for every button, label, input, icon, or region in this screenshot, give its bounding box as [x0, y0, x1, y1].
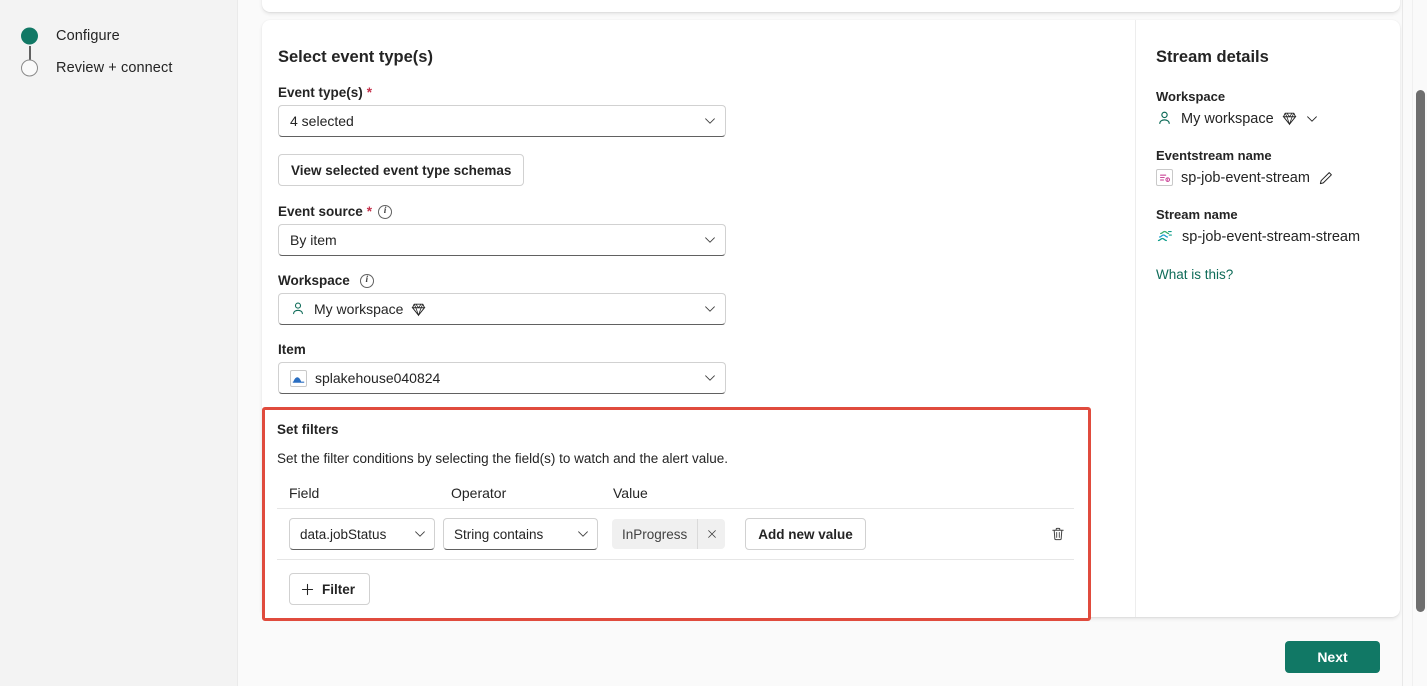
- previous-card-partial: [262, 0, 1400, 12]
- chevron-down-icon: [705, 118, 715, 124]
- event-source-dropdown[interactable]: By item: [278, 224, 726, 256]
- plus-icon: [301, 583, 314, 595]
- filters-table-header: Field Operator Value: [277, 485, 1074, 508]
- wizard-step-review-connect-label: Review + connect: [56, 60, 173, 76]
- filter-value-text: InProgress: [622, 526, 688, 542]
- vertical-scrollbar[interactable]: [1412, 0, 1427, 686]
- chevron-down-icon: [415, 531, 425, 537]
- content-scroll-edge: [1402, 0, 1403, 686]
- filter-field-dropdown[interactable]: data.jobStatus: [289, 518, 435, 550]
- filter-operator-dropdown[interactable]: String contains: [443, 518, 598, 550]
- column-header-field: Field: [289, 485, 320, 501]
- add-filter-row: Filter: [277, 560, 1074, 606]
- diamond-icon: [1282, 112, 1297, 126]
- wizard-steps: Configure Review + connect: [20, 20, 172, 84]
- filter-operator-value: String contains: [454, 526, 544, 542]
- stream-icon: [1157, 230, 1172, 242]
- event-types-value: 4 selected: [290, 113, 354, 129]
- required-asterisk: *: [366, 203, 373, 219]
- filters-table: Field Operator Value data.jobStatus Stri…: [277, 485, 1074, 606]
- required-asterisk: *: [366, 84, 373, 100]
- configure-card: Select event type(s) Event type(s) * 4 s…: [262, 20, 1400, 621]
- workspace-label-text: Workspace: [278, 273, 350, 288]
- add-new-value-button[interactable]: Add new value: [745, 518, 866, 550]
- stream-details-workspace-label: Workspace: [1156, 89, 1226, 104]
- chevron-down-icon: [578, 531, 588, 537]
- view-schemas-button[interactable]: View selected event type schemas: [278, 154, 525, 186]
- workspace-dropdown[interactable]: My workspace: [278, 293, 726, 325]
- stream-details-stream-label: Stream name: [1156, 207, 1238, 222]
- stream-details-eventstream-value: sp-job-event-stream: [1181, 169, 1310, 186]
- info-icon[interactable]: i: [378, 204, 393, 219]
- stream-details-title: Stream details: [1156, 48, 1269, 66]
- chevron-down-icon: [705, 306, 715, 312]
- chevron-down-icon[interactable]: [1305, 112, 1319, 126]
- workspace-value-group: My workspace: [290, 301, 703, 317]
- wizard-rail: Configure Review + connect: [0, 0, 238, 686]
- stream-details-stream-value-row: sp-job-event-stream-stream: [1156, 228, 1400, 246]
- content-region: Select event type(s) Event type(s) * 4 s…: [238, 0, 1408, 686]
- filter-field-value: data.jobStatus: [300, 526, 387, 542]
- item-label-text: Item: [278, 342, 306, 357]
- step-complete-dot-icon: [21, 27, 38, 45]
- item-value-group: splakehouse040824: [290, 369, 703, 387]
- column-header-operator: Operator: [451, 485, 507, 501]
- person-icon: [1159, 111, 1170, 124]
- event-source-label: Event source * i: [278, 204, 1135, 219]
- chevron-down-icon: [705, 237, 715, 243]
- wizard-step-configure-label: Configure: [56, 28, 120, 44]
- stream-details-eventstream-value-row: sp-job-event-stream: [1156, 169, 1400, 186]
- wizard-step-review-connect[interactable]: Review + connect: [20, 52, 172, 84]
- stream-details-eventstream-label: Eventstream name: [1156, 148, 1272, 163]
- workspace-label: Workspace i: [278, 273, 1135, 288]
- pencil-icon[interactable]: [1318, 170, 1334, 186]
- stream-details-panel: Stream details Workspace My workspace Ev…: [1135, 20, 1400, 617]
- info-icon[interactable]: i: [359, 273, 374, 288]
- event-types-dropdown[interactable]: 4 selected: [278, 105, 726, 137]
- person-icon: [293, 302, 303, 315]
- event-source-label-text: Event source: [278, 204, 363, 219]
- step-pending-dot-icon: [21, 59, 38, 77]
- filter-row: data.jobStatus String contains InProgres…: [277, 508, 1074, 560]
- item-value: splakehouse040824: [315, 370, 441, 386]
- set-filters-panel: Set filters Set the filter conditions by…: [262, 407, 1091, 621]
- diamond-icon: [411, 303, 426, 316]
- add-filter-button[interactable]: Filter: [289, 573, 371, 605]
- item-dropdown[interactable]: splakehouse040824: [278, 362, 726, 394]
- set-filters-title: Set filters: [277, 422, 339, 437]
- vertical-scrollbar-thumb[interactable]: [1416, 90, 1425, 612]
- column-header-value: Value: [613, 485, 648, 501]
- workspace-value: My workspace: [314, 301, 404, 317]
- stream-details-workspace-value: My workspace: [1181, 110, 1274, 127]
- section-title: Select event type(s): [278, 48, 433, 66]
- stream-details-stream-value: sp-job-event-stream-stream: [1182, 229, 1361, 245]
- item-label: Item: [278, 342, 1135, 357]
- wizard-step-configure[interactable]: Configure: [20, 20, 172, 66]
- filter-value-chip: InProgress: [612, 519, 726, 549]
- set-filters-description: Set the filter conditions by selecting t…: [277, 451, 728, 466]
- add-filter-button-label: Filter: [322, 581, 356, 597]
- event-types-label: Event type(s) *: [278, 85, 1135, 100]
- event-source-value: By item: [290, 232, 337, 248]
- event-types-label-text: Event type(s): [278, 85, 363, 100]
- next-button[interactable]: Next: [1285, 641, 1380, 673]
- lakehouse-icon: [290, 369, 307, 387]
- trash-icon[interactable]: [1050, 526, 1066, 542]
- configure-form: Select event type(s) Event type(s) * 4 s…: [262, 20, 1135, 621]
- stream-details-workspace-value-row[interactable]: My workspace: [1156, 110, 1400, 127]
- eventstream-icon: [1156, 169, 1173, 186]
- close-icon[interactable]: [697, 519, 725, 549]
- what-is-this-link[interactable]: What is this?: [1156, 267, 1400, 282]
- chevron-down-icon: [705, 375, 715, 381]
- eventstream-configure-page: Configure Review + connect Select event …: [0, 0, 1427, 686]
